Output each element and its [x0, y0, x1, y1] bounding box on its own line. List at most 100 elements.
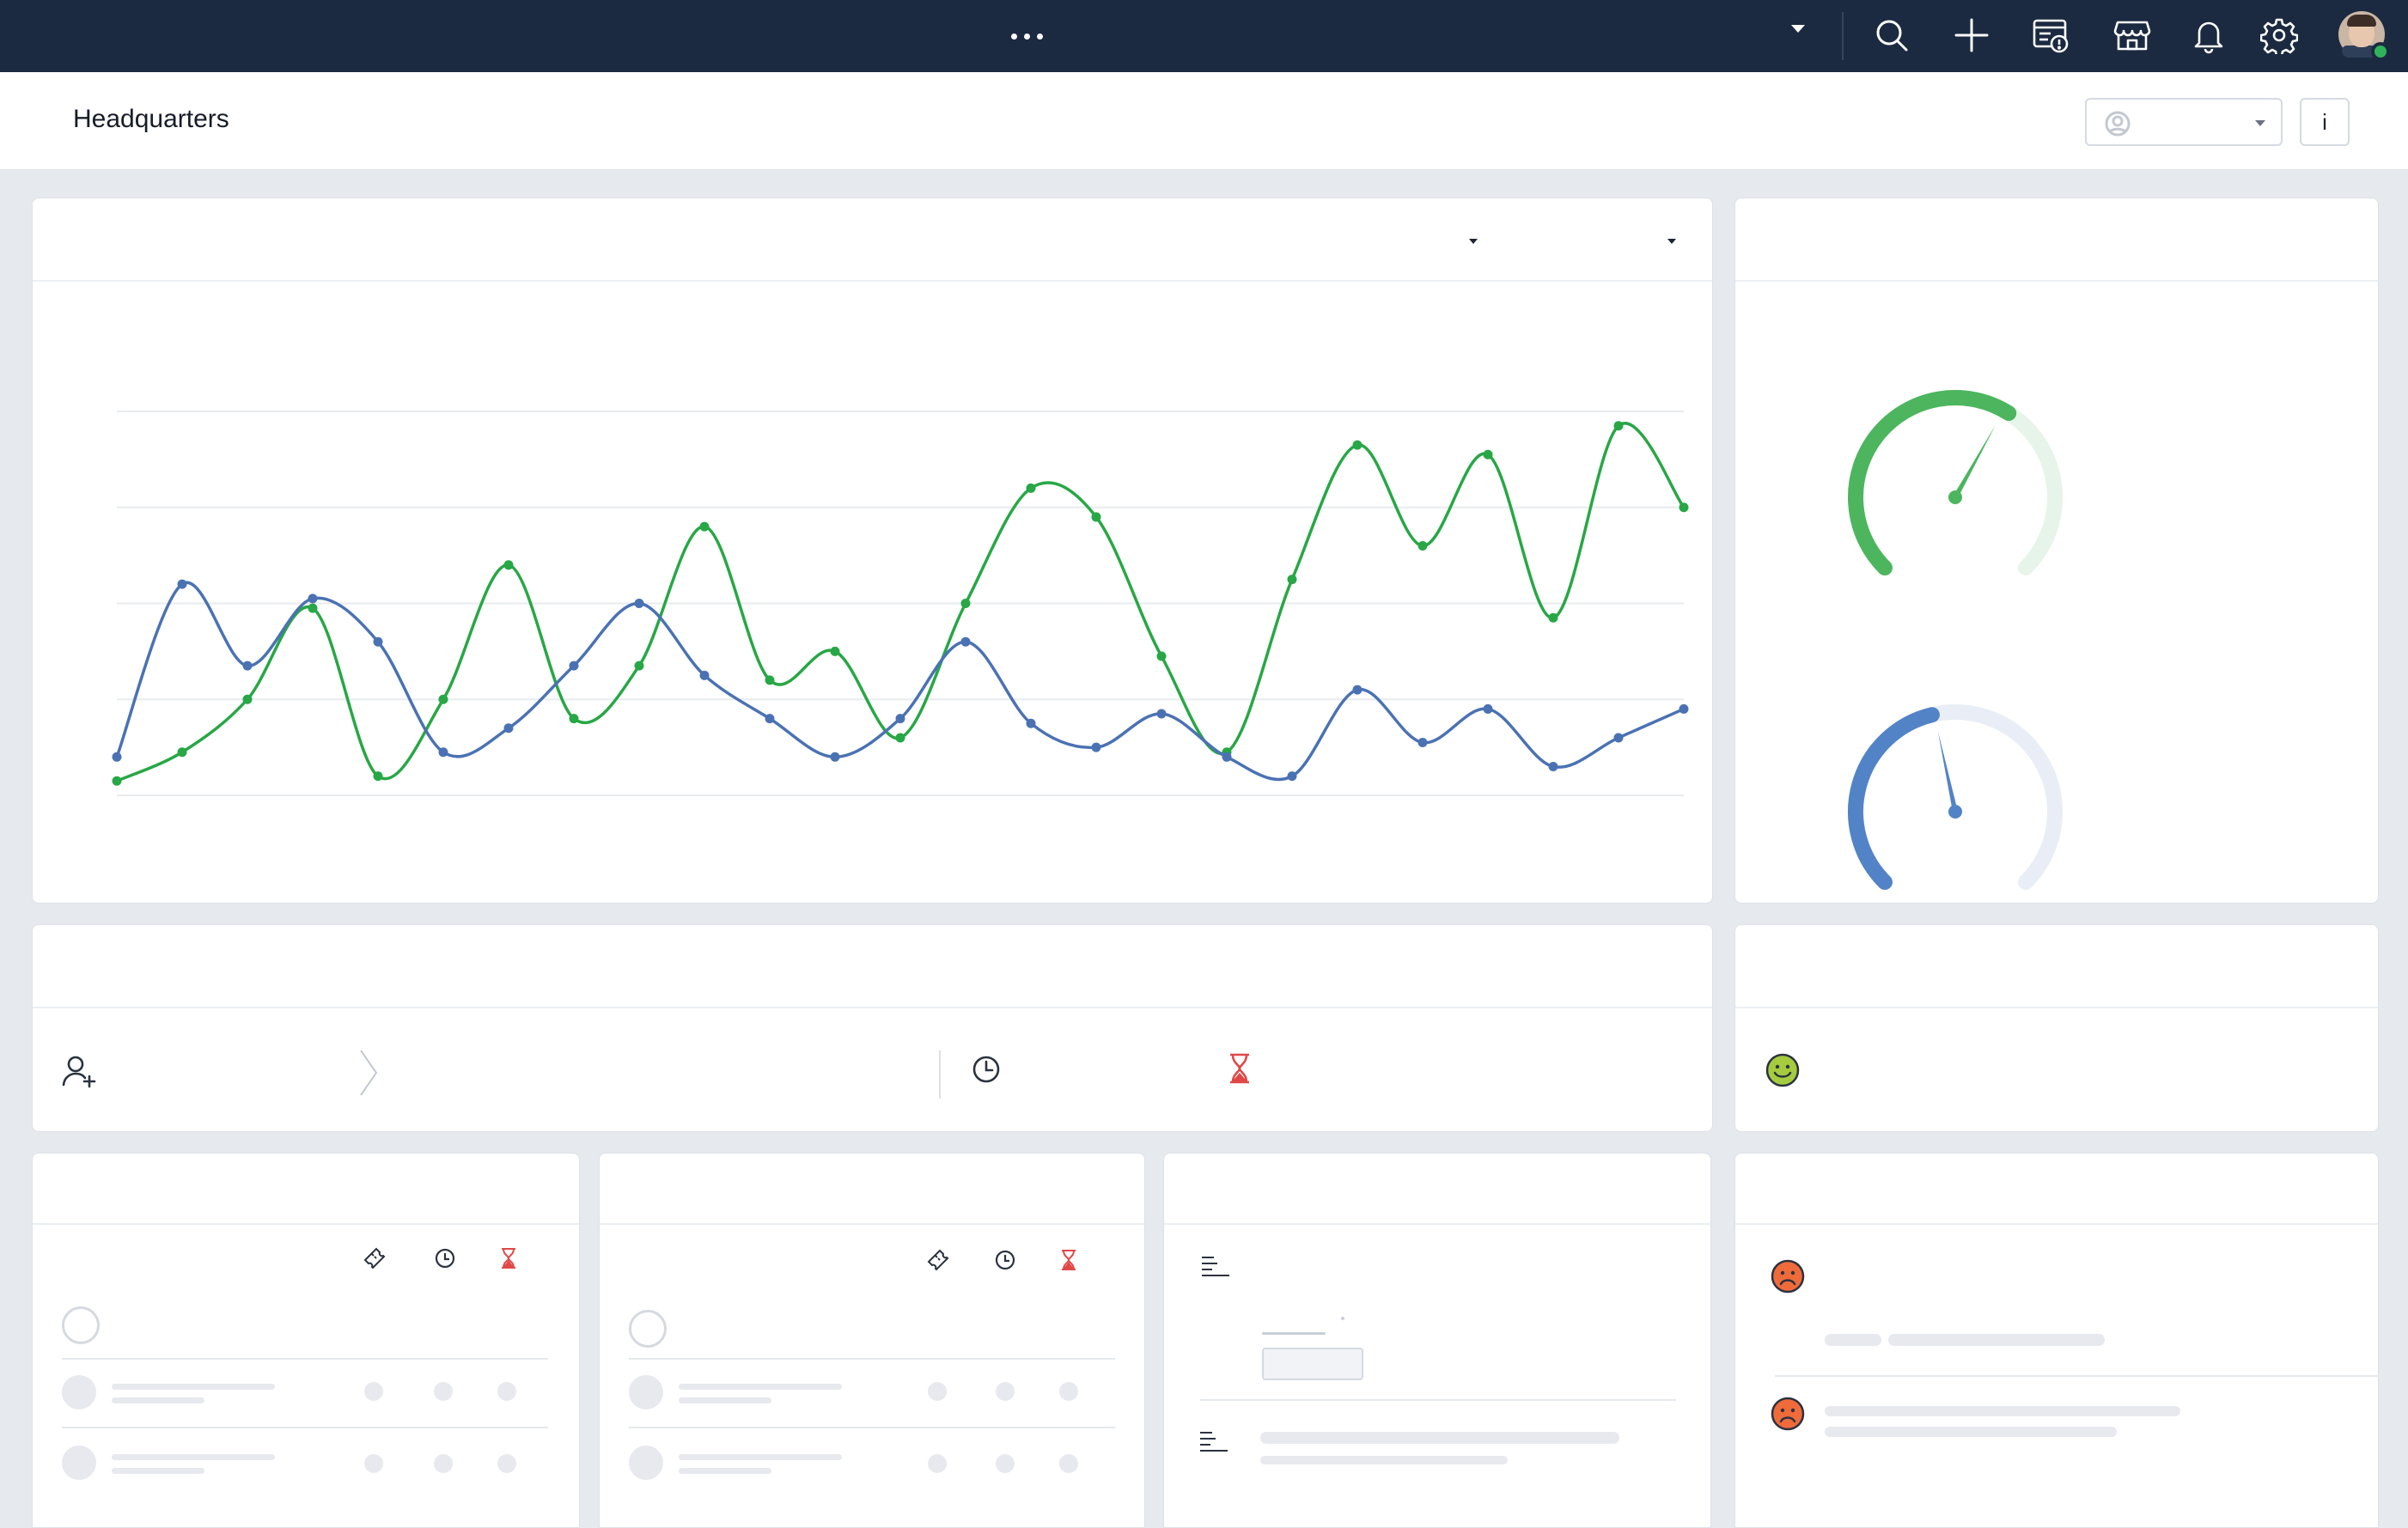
ticket-list-card [599, 1153, 1145, 1528]
chevron-down-icon [2255, 120, 2265, 126]
ticket-icon [363, 1246, 387, 1270]
select-checkbox[interactable] [62, 1306, 100, 1344]
hourglass-icon [1057, 1248, 1081, 1272]
summary-card [32, 924, 1713, 1132]
ticket-list-card [32, 1153, 580, 1528]
page-title: Headquarters [73, 105, 229, 133]
line-chart [112, 411, 1689, 796]
select-checkbox[interactable] [629, 1310, 667, 1348]
data-point [1483, 703, 1493, 714]
data-point [1613, 421, 1624, 431]
search-icon[interactable] [1868, 12, 1915, 58]
more-options-button[interactable] [1005, 19, 1048, 53]
data-point [177, 747, 187, 758]
data-point [699, 670, 710, 680]
clock-icon [972, 1056, 1000, 1083]
data-point [1091, 512, 1101, 522]
top-navigation-bar [0, 0, 2408, 72]
gauge-card [1734, 198, 2379, 904]
data-point [765, 714, 775, 724]
info-button[interactable]: i [2300, 98, 2350, 146]
data-point [895, 714, 905, 724]
online-status-icon [2371, 42, 2390, 61]
data-point [1417, 540, 1428, 551]
bell-icon[interactable] [2185, 12, 2232, 58]
happy-face-icon [1765, 1053, 1800, 1087]
list-icon [1202, 1257, 1229, 1276]
data-point [177, 579, 187, 589]
data-point [1548, 612, 1558, 623]
series-line [116, 422, 1686, 782]
marketplace-icon[interactable] [2109, 12, 2155, 58]
data-point [242, 661, 253, 671]
data-point [373, 771, 383, 782]
data-point [373, 636, 383, 647]
gauge-bottom-value-arc [1848, 707, 1940, 891]
data-point [1352, 440, 1363, 450]
data-point [765, 675, 775, 685]
data-point [1156, 709, 1167, 719]
feedback-card [1734, 1153, 2380, 1528]
gauge-top-needle [1953, 425, 1996, 499]
hourglass-icon [497, 1246, 521, 1270]
ticket-alert-icon[interactable] [2027, 12, 2074, 58]
add-user-icon [62, 1056, 96, 1088]
data-point [1613, 733, 1624, 743]
data-point [1679, 502, 1689, 513]
gauge-top-value-arc [1848, 390, 2017, 576]
data-point [699, 521, 710, 532]
gauge-chart [1848, 390, 2063, 891]
gauge-bottom-needle [1937, 731, 1958, 813]
list-icon [1200, 1432, 1228, 1452]
activity-card [1163, 1153, 1711, 1528]
data-point [308, 594, 318, 604]
data-point [308, 603, 318, 613]
data-point [503, 723, 514, 734]
clock-icon [993, 1248, 1017, 1272]
person-icon [2105, 111, 2131, 137]
clock-icon [433, 1246, 457, 1270]
gauge-bottom-pivot [1948, 805, 1962, 819]
data-point [438, 694, 448, 704]
agent-select-dropdown[interactable] [2085, 98, 2283, 146]
data-point [634, 599, 644, 608]
data-point [569, 661, 579, 671]
data-point [1679, 703, 1689, 714]
gauge-top-pivot [1948, 490, 1962, 504]
data-point [1287, 575, 1297, 585]
data-point [1483, 449, 1493, 460]
data-point [1026, 483, 1036, 493]
data-point [1352, 685, 1363, 695]
data-point [1156, 651, 1167, 661]
avatar[interactable] [2338, 11, 2390, 61]
data-point [895, 733, 905, 743]
data-point [960, 636, 971, 647]
page-header: Headquarters i [0, 72, 2408, 170]
customer-happiness-card [1734, 924, 2379, 1132]
action-button[interactable] [1262, 1348, 1363, 1380]
gear-icon[interactable] [2256, 12, 2302, 58]
ticket-icon [926, 1248, 950, 1272]
sad-face-icon [1771, 1259, 1805, 1294]
topbar-divider [1842, 12, 1844, 60]
data-point [503, 560, 514, 570]
add-icon[interactable] [1948, 12, 1995, 58]
hourglass-icon [1230, 1053, 1249, 1084]
data-point [1222, 752, 1232, 762]
chevron-right-icon [360, 1050, 378, 1096]
data-point [438, 747, 448, 758]
ticket-trend-chart-card [32, 198, 1713, 904]
data-point [830, 752, 840, 762]
sad-face-icon [1771, 1397, 1805, 1431]
data-point [1417, 738, 1428, 748]
data-point [112, 752, 122, 762]
data-point [830, 646, 840, 656]
chevron-down-icon[interactable] [1791, 25, 1805, 33]
data-point [242, 694, 253, 704]
series-line [115, 581, 1685, 782]
data-point [1026, 718, 1036, 728]
data-point [960, 599, 971, 608]
data-point [1548, 761, 1558, 771]
data-point [1287, 771, 1297, 782]
data-point [634, 661, 644, 671]
